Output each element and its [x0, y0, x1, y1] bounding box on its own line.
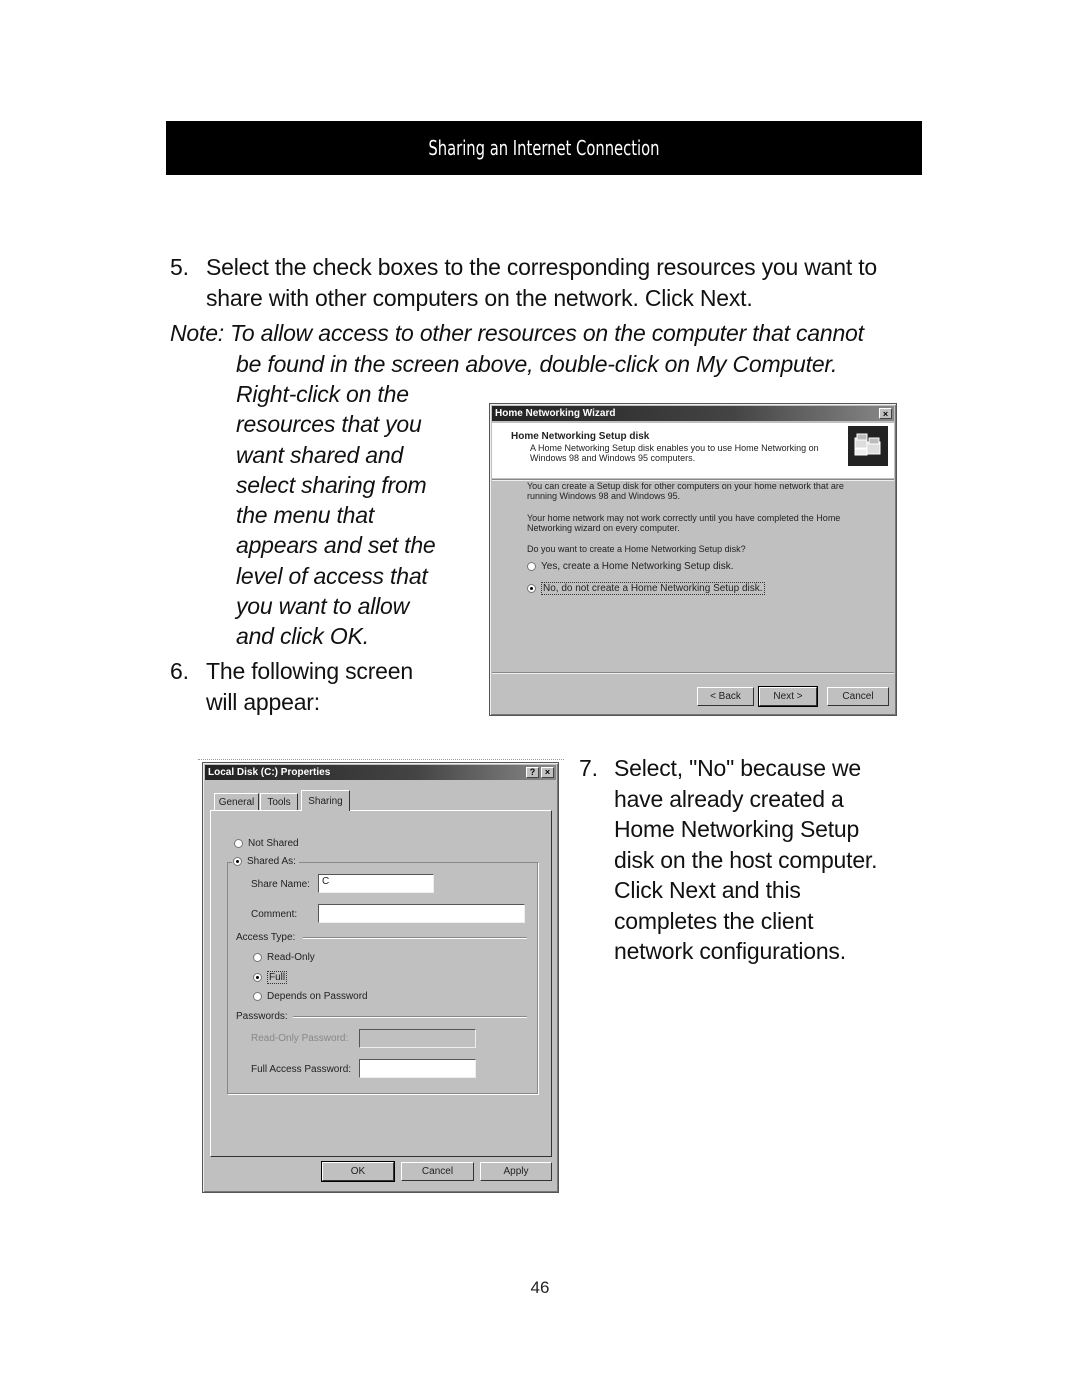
radio-label: Not Shared [248, 838, 299, 849]
network-computers-icon [848, 426, 888, 466]
wizard-title: Home Networking Wizard [495, 408, 616, 419]
wizard-footer-divider [492, 672, 894, 674]
step-line: have already created a [614, 785, 844, 812]
radio-label: Full [267, 971, 288, 984]
wizard-titlebar: Home Networking Wizard × [492, 406, 894, 421]
radio-label: Read-Only [267, 952, 315, 963]
note-line: you want to allow [236, 593, 410, 620]
full-access-radio[interactable]: Full [253, 971, 288, 984]
wizard-question: Do you want to create a Home Networking … [527, 544, 746, 554]
help-icon[interactable]: ? [526, 766, 539, 778]
apply-button[interactable]: Apply [480, 1162, 552, 1181]
wizard-heading: Home Networking Setup disk [511, 431, 650, 442]
step-number: 5. [170, 254, 189, 280]
note-line: appears and set the [236, 532, 436, 559]
screenshot-border [198, 759, 564, 760]
note-lead: Note: To allow access to other resources… [170, 320, 864, 346]
section-header: Sharing an Internet Connection [166, 121, 922, 175]
note-line-2: be found in the screen above, double-cli… [236, 350, 838, 377]
wizard-header: Home Networking Setup disk A Home Networ… [492, 423, 894, 478]
note-line: select sharing from [236, 471, 427, 498]
step-line: Select, "No" because we [614, 755, 861, 781]
note-line: Right-click on the [236, 381, 409, 407]
radio-selected-icon [233, 857, 242, 866]
radio-unselected-icon [234, 839, 243, 848]
tab-general[interactable]: General [214, 793, 259, 810]
radio-label: Depends on Password [267, 991, 368, 1002]
next-button[interactable]: Next > [758, 686, 818, 707]
depends-on-password-radio[interactable]: Depends on Password [253, 991, 368, 1002]
note-continuation: Right-click on the resources that you wa… [236, 379, 456, 652]
properties-title: Local Disk (C:) Properties [208, 767, 331, 778]
radio-unselected-icon [253, 992, 262, 1001]
note-line: want shared and [236, 441, 404, 468]
passwords-label: Passwords: [236, 1011, 288, 1022]
radio-label: No, do not create a Home Networking Setu… [541, 582, 765, 595]
step-text: Select the check boxes to the correspond… [206, 254, 878, 311]
step-line: Home Networking Setup [614, 816, 860, 842]
note-line: level of access that [236, 562, 428, 589]
step-line: completes the client [614, 907, 814, 934]
shared-as-radio[interactable]: Shared As: [232, 856, 299, 867]
step-line: disk on the host computer. [614, 846, 878, 873]
radio-selected-icon [253, 973, 262, 982]
local-disk-properties-dialog: Local Disk (C:) Properties ? × General To… [202, 762, 559, 1193]
close-icon[interactable]: × [879, 408, 892, 419]
passwords-divider [293, 1016, 527, 1018]
wizard-paragraph: Your home network may not work correctly… [527, 513, 841, 533]
note-line: the menu that [236, 502, 375, 529]
radio-label: Yes, create a Home Networking Setup disk… [541, 561, 734, 572]
full-access-password-label: Full Access Password: [251, 1064, 352, 1075]
cancel-button[interactable]: Cancel [827, 687, 889, 706]
comment-label: Comment: [251, 909, 298, 920]
radio-selected-icon [527, 584, 536, 593]
note-line: and click OK. [236, 623, 369, 650]
access-type-divider [303, 937, 527, 939]
read-only-radio[interactable]: Read-Only [253, 952, 315, 963]
step-6: 6. The following screen will appear: [170, 656, 450, 717]
step-line: Click Next and this [614, 877, 801, 903]
note: Note: To allow access to other resources… [170, 318, 930, 379]
yes-create-disk-radio[interactable]: Yes, create a Home Networking Setup disk… [527, 561, 734, 572]
home-networking-wizard-dialog: Home Networking Wizard × Home Networking… [489, 403, 897, 716]
access-type-label: Access Type: [236, 932, 296, 943]
full-access-password-input[interactable] [359, 1059, 476, 1078]
share-name-label: Share Name: [251, 879, 310, 890]
section-title: Sharing an Internet Connection [428, 136, 660, 160]
tab-tools[interactable]: Tools [260, 793, 298, 810]
step-number: 6. [170, 658, 189, 684]
wizard-subheading: A Home Networking Setup disk enables you… [530, 443, 819, 463]
step-text: The following screen will appear: [206, 658, 413, 715]
radio-unselected-icon [253, 953, 262, 962]
wizard-paragraph: You can create a Setup disk for other co… [527, 481, 844, 501]
back-button[interactable]: < Back [697, 687, 754, 706]
comment-input[interactable] [318, 904, 525, 923]
tab-sharing[interactable]: Sharing [301, 790, 350, 811]
step-number: 7. [579, 755, 598, 781]
step-5: 5. Select the check boxes to the corresp… [170, 252, 930, 313]
ok-button[interactable]: OK [321, 1161, 395, 1182]
no-create-disk-radio[interactable]: No, do not create a Home Networking Setu… [527, 582, 765, 595]
radio-unselected-icon [527, 562, 536, 571]
close-icon[interactable]: × [541, 766, 554, 778]
page-number: 46 [530, 1278, 550, 1297]
step-line: network configurations. [614, 938, 846, 964]
not-shared-radio[interactable]: Not Shared [234, 838, 299, 849]
step-7: 7. Select, "No" because we have already … [579, 753, 919, 967]
share-name-input[interactable]: C [318, 874, 434, 893]
properties-titlebar: Local Disk (C:) Properties ? × [205, 765, 556, 780]
radio-label: Shared As: [247, 856, 296, 867]
read-only-password-label: Read-Only Password: [251, 1033, 349, 1044]
note-line: resources that you [236, 411, 422, 438]
cancel-button[interactable]: Cancel [401, 1162, 474, 1181]
read-only-password-input [359, 1029, 476, 1048]
